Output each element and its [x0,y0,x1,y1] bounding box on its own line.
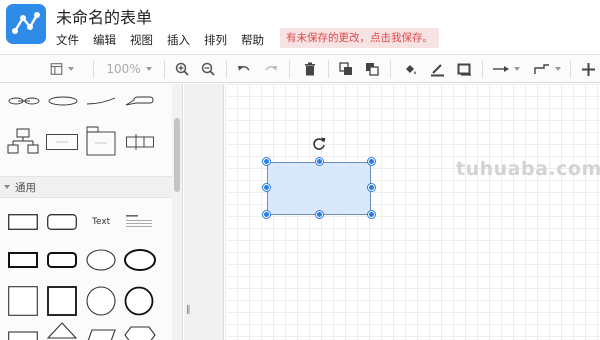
shape-parallelogram[interactable] [86,328,116,340]
menu-file[interactable]: 文件 [56,32,79,48]
redo-button[interactable] [263,59,279,79]
undo-button[interactable] [236,59,252,79]
toolbar: 100% [0,54,600,83]
to-back-icon [366,63,379,76]
shape-textbox[interactable] [126,214,152,230]
resize-handle-top-right[interactable] [368,158,375,165]
to-back-button[interactable] [364,59,380,79]
fill-color-icon [405,64,416,74]
to-front-button[interactable] [338,59,354,79]
shape-rounded-rectangle-bold[interactable] [47,252,77,268]
header: 未命名的表单 文件 编辑 视图 插入 排列 帮助 有未保存的更改，点击我保存。 [0,0,600,54]
zoom-level: 100% [106,62,141,76]
fill-color-button[interactable] [402,59,418,79]
resize-handle-bottom-left[interactable] [263,211,270,218]
shape-ellipse-small[interactable] [48,96,78,106]
zoom-out-icon [201,62,215,76]
shape-rectangle-bold[interactable] [8,252,38,268]
menu-insert[interactable]: 插入 [167,32,190,48]
shape-rounded-rectangle[interactable] [47,214,77,230]
redo-icon [265,66,277,71]
shape-ellipse[interactable] [86,249,116,271]
resize-handle-bottom-right[interactable] [368,211,375,218]
page-layout-icon [50,63,63,75]
menu-edit[interactable]: 编辑 [93,32,116,48]
resize-handle-top[interactable] [316,158,323,165]
sidebar-scrollbar-thumb[interactable] [174,118,180,192]
shape-circle-bold[interactable] [124,286,154,316]
shape-tab-container[interactable] [86,126,116,156]
to-front-icon [339,62,352,75]
unsaved-changes-notice[interactable]: 有未保存的更改，点击我保存。 [280,28,439,48]
line-color-button[interactable] [429,59,445,79]
selected-rectangle-shape[interactable] [267,162,371,215]
document-title[interactable]: 未命名的表单 [56,4,152,28]
delete-icon [305,62,315,76]
section-general-header[interactable]: 通用 [0,176,172,198]
section-general-label: 通用 [15,181,36,194]
menu-bar: 文件 编辑 视图 插入 排列 帮助 [56,32,278,48]
shape-rectangle[interactable] [8,214,38,230]
shadow-button[interactable] [456,59,472,79]
page-layout-button[interactable] [50,59,74,79]
shape-ellipse-double[interactable] [124,249,156,271]
collapse-triangle-icon [4,185,10,189]
insert-button[interactable] [580,59,596,79]
shape-sidebar: 通用 Text [0,84,183,340]
app-logo-icon[interactable] [6,4,46,44]
app-window: 未命名的表单 文件 编辑 视图 插入 排列 帮助 有未保存的更改，点击我保存。 … [0,0,600,340]
shadow-icon [457,63,471,76]
menu-view[interactable]: 视图 [130,32,153,48]
menu-help[interactable]: 帮助 [241,32,264,48]
shape-org-chart[interactable] [7,128,39,154]
zoom-select[interactable]: 100% [104,59,154,79]
resize-handle-left[interactable] [263,184,270,191]
line-color-icon [430,63,444,76]
resize-handle-right[interactable] [368,184,375,191]
zoom-in-button[interactable] [174,59,190,79]
undo-icon [238,66,250,71]
insert-plus-icon [581,62,595,76]
shape-link-chain[interactable] [8,96,40,106]
rotate-handle-icon[interactable] [312,136,326,155]
shape-curve-line[interactable] [86,96,116,106]
watermark-text: tuhuaba.com [456,158,600,180]
shape-square[interactable] [8,286,38,316]
shape-hexagon[interactable] [124,326,156,340]
splitter-grip-icon[interactable]: ‖ [186,305,191,315]
resize-handle-top-left[interactable] [263,158,270,165]
shape-process[interactable] [8,328,38,340]
menu-arrange[interactable]: 排列 [204,32,227,48]
delete-button[interactable] [302,59,318,79]
shape-text[interactable]: Text [92,217,110,227]
waypoint-button[interactable] [532,59,562,79]
zoom-in-icon [175,62,189,76]
resize-handle-bottom[interactable] [316,211,323,218]
format-panel-collapsed [184,84,224,340]
shape-square-bold[interactable] [47,286,77,316]
zoom-out-button[interactable] [200,59,216,79]
connection-arrow-icon [492,66,509,72]
shape-horizontal-list[interactable] [126,134,154,150]
shape-circle[interactable] [86,286,116,316]
shape-container[interactable] [46,134,78,150]
shape-callout-bubble[interactable] [124,96,154,106]
waypoint-icon [533,64,549,74]
connection-arrow-button[interactable] [492,59,520,79]
shape-diamond[interactable] [46,322,78,340]
